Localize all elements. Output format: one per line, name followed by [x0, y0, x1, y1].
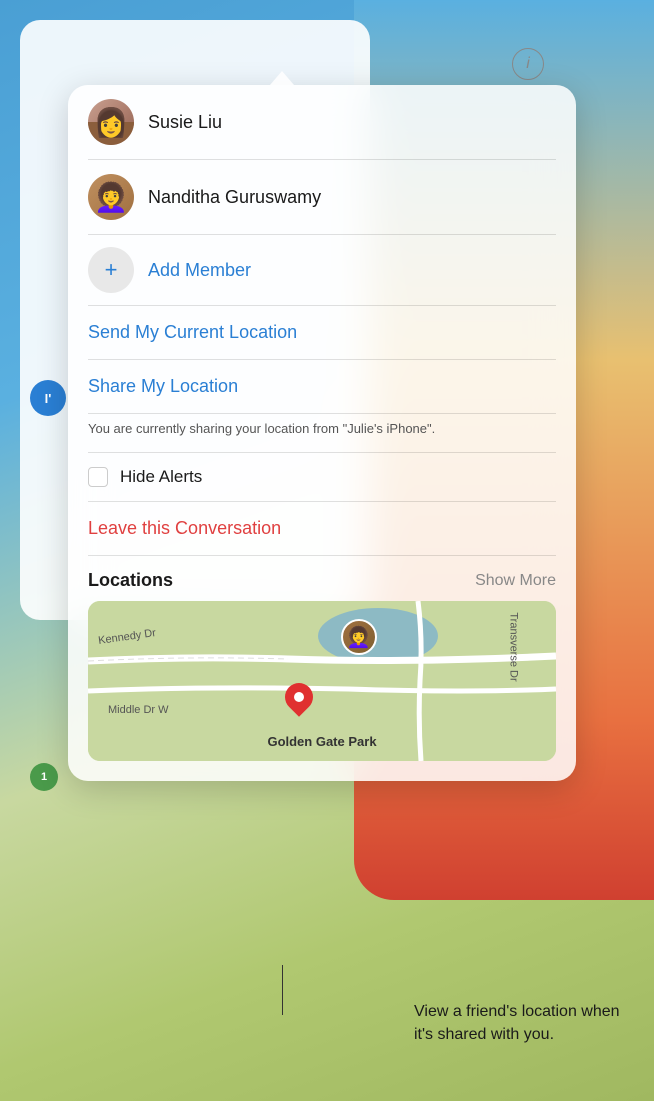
pin-inner — [294, 692, 304, 702]
annotation-line — [282, 965, 283, 1015]
show-more-button[interactable]: Show More — [475, 572, 556, 590]
location-info-text: You are currently sharing your location … — [68, 414, 576, 452]
send-location-label: Send My Current Location — [88, 322, 297, 342]
member-row-susie[interactable]: Susie Liu — [68, 85, 576, 159]
share-location-row[interactable]: Share My Location — [68, 360, 576, 413]
map-friend-avatar: 👩‍🦱 — [341, 619, 377, 655]
panel-notch — [270, 71, 294, 85]
panel-content: Susie Liu Nanditha Guruswamy + Add Membe… — [68, 85, 576, 761]
send-location-row[interactable]: Send My Current Location — [68, 306, 576, 359]
member-name-nanditha: Nanditha Guruswamy — [148, 187, 321, 208]
map-label-golden-gate-park: Golden Gate Park — [267, 734, 376, 749]
member-row-nanditha[interactable]: Nanditha Guruswamy — [68, 160, 576, 234]
leave-conversation-label: Leave this Conversation — [88, 518, 281, 538]
map-label-transverse: Transverse Dr — [507, 613, 519, 682]
add-member-row[interactable]: + Add Member — [68, 235, 576, 305]
member-name-susie: Susie Liu — [148, 112, 222, 133]
map-thumbnail[interactable]: Kennedy Dr Middle Dr W Transverse Dr 👩‍🦱… — [88, 601, 556, 761]
location-dot-label: I' — [45, 391, 52, 406]
hide-alerts-row[interactable]: Hide Alerts — [68, 453, 576, 501]
green-marker[interactable]: 1 — [30, 763, 58, 791]
map-label-middle: Middle Dr W — [108, 704, 169, 716]
add-member-label: Add Member — [148, 260, 251, 281]
share-location-label: Share My Location — [88, 376, 238, 396]
map-pin — [285, 683, 313, 711]
pin-circle — [279, 677, 319, 717]
main-panel: Susie Liu Nanditha Guruswamy + Add Membe… — [68, 85, 576, 781]
add-member-icon: + — [88, 247, 134, 293]
info-button[interactable]: i — [512, 48, 544, 80]
locations-header: Locations Show More — [68, 556, 576, 601]
green-marker-label: 1 — [41, 771, 47, 783]
locations-title: Locations — [88, 570, 173, 591]
info-icon: i — [526, 55, 530, 73]
avatar-susie — [88, 99, 134, 145]
location-dot-button[interactable]: I' — [30, 380, 66, 416]
hide-alerts-checkbox[interactable] — [88, 467, 108, 487]
leave-conversation-row[interactable]: Leave this Conversation — [68, 502, 576, 555]
avatar-nanditha — [88, 174, 134, 220]
annotation-text: View a friend's location when it's share… — [414, 1001, 634, 1046]
hide-alerts-label: Hide Alerts — [120, 467, 202, 487]
